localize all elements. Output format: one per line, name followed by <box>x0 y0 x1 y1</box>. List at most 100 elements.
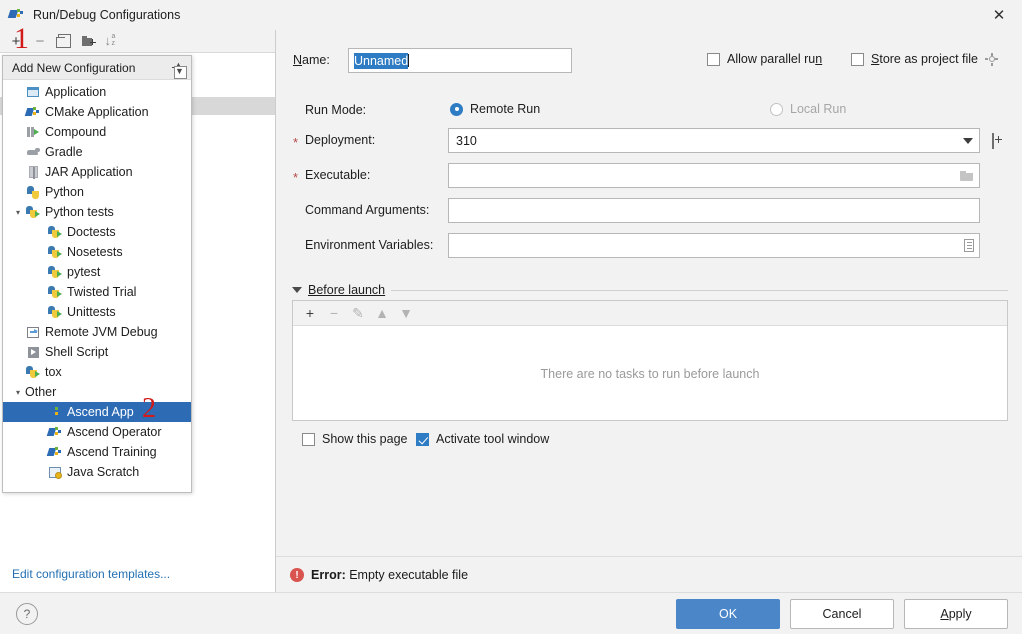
plus-box-icon <box>992 133 994 149</box>
before-launch-empty-message: There are no tasks to run before launch <box>293 326 1007 421</box>
store-as-project-file-checkbox[interactable]: Store as project file <box>851 52 998 66</box>
tree-item-python[interactable]: Python <box>3 182 191 202</box>
ascend-icon <box>47 425 63 439</box>
chevron-down-icon[interactable]: ▾ <box>11 388 25 397</box>
error-prefix: Error: <box>311 568 346 582</box>
checkbox-box <box>707 53 720 66</box>
copy-configuration-button[interactable] <box>53 31 75 51</box>
tree-item-nosetests[interactable]: Nosetests <box>3 242 191 262</box>
remote-run-radio[interactable]: Remote Run <box>450 102 540 116</box>
python-test-icon <box>25 365 41 379</box>
title-bar: Run/Debug Configurations ✕ <box>0 0 1022 30</box>
tree-item-ascend-operator[interactable]: Ascend Operator <box>3 422 191 442</box>
add-configuration-button[interactable]: + <box>5 31 27 51</box>
ok-button[interactable]: OK <box>676 599 780 629</box>
before-launch-toolbar: + − ✎ ▲ ▼ <box>293 301 1007 326</box>
arrow-up-icon: ▲ <box>375 305 389 321</box>
edit-configuration-templates-link[interactable]: Edit configuration templates... <box>12 567 170 581</box>
triangle-down-icon <box>292 287 302 293</box>
help-button[interactable]: ? <box>16 603 38 625</box>
tree-item-label: CMake Application <box>45 105 149 119</box>
close-icon[interactable]: ✕ <box>976 0 1022 30</box>
environment-variables-input[interactable] <box>448 233 980 258</box>
gear-icon[interactable] <box>985 53 998 66</box>
move-task-down-button[interactable]: ▼ <box>396 303 416 323</box>
window-icon <box>25 85 41 99</box>
tree-item-compound[interactable]: Compound <box>3 122 191 142</box>
java-scratch-icon <box>47 465 63 479</box>
tree-item-shell-script[interactable]: Shell Script <box>3 342 191 362</box>
popup-title: Add New Configuration <box>12 61 135 75</box>
action-buttons: OK Cancel Apply <box>676 599 1008 629</box>
tree-item-cmake-application[interactable]: CMake Application <box>3 102 191 122</box>
tree-item-label: Python <box>45 185 84 199</box>
sort-configurations-button[interactable]: ↓az <box>101 31 123 51</box>
tree-item-label: tox <box>45 365 62 379</box>
tree-item-tox[interactable]: tox <box>3 362 191 382</box>
tree-item-label: JAR Application <box>45 165 133 179</box>
add-task-button[interactable]: + <box>300 303 320 323</box>
name-input[interactable]: Unnamed <box>348 48 572 73</box>
python-test-icon <box>47 225 63 239</box>
tree-item-label: Doctests <box>67 225 116 239</box>
arrow-down-icon: ▼ <box>399 305 413 321</box>
minus-icon: − <box>36 33 45 50</box>
add-deployment-button[interactable] <box>992 134 994 148</box>
save-configuration-button[interactable] <box>77 31 99 51</box>
tree-item-label: Compound <box>45 125 106 139</box>
chevron-down-icon <box>963 138 973 144</box>
command-arguments-input[interactable] <box>448 198 980 223</box>
remove-task-button[interactable]: − <box>324 303 344 323</box>
move-task-up-button[interactable]: ▲ <box>372 303 392 323</box>
tree-item-ascend-training[interactable]: Ascend Training <box>3 442 191 462</box>
edit-task-button[interactable]: ✎ <box>348 303 368 323</box>
copy-icon <box>58 34 71 48</box>
command-arguments-label: Command Arguments: <box>305 203 429 217</box>
tree-item-ascend-app[interactable]: Ascend App <box>3 402 191 422</box>
tree-item-label: pytest <box>67 265 100 279</box>
tree-item-jar-application[interactable]: JAR Application <box>3 162 191 182</box>
remote-debug-icon <box>25 325 41 339</box>
ascend-icon <box>47 405 63 419</box>
tree-item-label: Python tests <box>45 205 114 219</box>
deployment-dropdown[interactable]: 310 <box>448 128 980 153</box>
tree-item-remote-jvm-debug[interactable]: Remote JVM Debug <box>3 322 191 342</box>
tree-item-unittests[interactable]: Unittests <box>3 302 191 322</box>
dialog-button-bar: ? OK Cancel Apply <box>0 592 1022 634</box>
executable-input[interactable] <box>448 163 980 188</box>
python-test-icon <box>47 245 63 259</box>
before-launch-section-header[interactable]: Before launch <box>292 283 1008 297</box>
tree-item-gradle[interactable]: Gradle <box>3 142 191 162</box>
tree-item-label: Application <box>45 85 106 99</box>
tree-item-label: Java Scratch <box>67 465 139 479</box>
configuration-type-tree[interactable]: Application CMake Application Compound Grad… <box>3 80 191 482</box>
tree-item-twisted-trial[interactable]: Twisted Trial <box>3 282 191 302</box>
tree-item-doctests[interactable]: Doctests <box>3 222 191 242</box>
folder-icon[interactable] <box>960 170 974 181</box>
text-caret <box>408 54 409 67</box>
activate-tool-window-checkbox[interactable]: Activate tool window <box>416 432 549 446</box>
collapse-all-icon[interactable]: ▲▼ <box>172 61 185 74</box>
jar-icon <box>25 165 41 179</box>
local-run-radio[interactable]: Local Run <box>770 102 846 116</box>
remove-configuration-button[interactable]: − <box>29 31 51 51</box>
tree-item-application[interactable]: Application <box>3 82 191 102</box>
error-message: Error: Empty executable file <box>311 568 468 582</box>
deployment-label: Deployment: <box>305 133 375 147</box>
show-this-page-checkbox[interactable]: Show this page <box>302 432 407 446</box>
tree-item-python-tests[interactable]: ▾ Python tests <box>3 202 191 222</box>
tree-item-java-scratch[interactable]: Java Scratch <box>3 462 191 482</box>
allow-parallel-run-checkbox[interactable]: Allow parallel run <box>707 52 822 66</box>
deployment-value: 310 <box>456 134 477 148</box>
store-as-project-file-label: Store as project file <box>871 52 978 66</box>
apply-button[interactable]: Apply <box>904 599 1008 629</box>
list-edit-icon[interactable] <box>964 239 974 252</box>
chevron-down-icon[interactable]: ▾ <box>11 208 25 217</box>
tree-item-other[interactable]: ▾Other <box>3 382 191 402</box>
python-test-icon <box>47 305 63 319</box>
tree-item-label: Ascend App <box>67 405 134 419</box>
tree-item-pytest[interactable]: pytest <box>3 262 191 282</box>
cancel-button[interactable]: Cancel <box>790 599 894 629</box>
popup-header: Add New Configuration ▲▼ <box>3 56 191 80</box>
run-mode-label: Run Mode: <box>305 103 366 117</box>
